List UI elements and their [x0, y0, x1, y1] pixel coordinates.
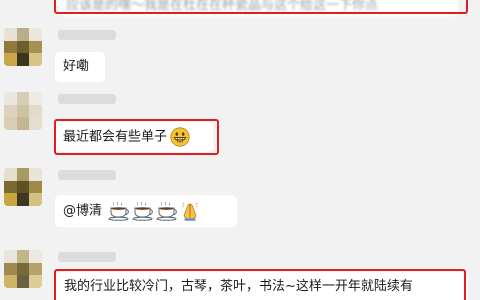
sender-name-blurred: [58, 30, 116, 40]
highlight-box: [54, 269, 466, 300]
message-text: @博清: [63, 203, 103, 219]
hot-beverage-emoji-icon: [132, 201, 154, 221]
message-bubble[interactable]: 好嘞: [55, 52, 105, 82]
hot-beverage-emoji-icon: [156, 201, 178, 221]
avatar[interactable]: [4, 168, 42, 206]
sender-name-blurred: [58, 170, 116, 180]
chat-window: 应该是的嘿～我是在杜在在杯瓷品与这个给这一下你点 好嘞 最近都会有些单子 @博清…: [0, 0, 480, 300]
avatar[interactable]: [4, 28, 42, 66]
sender-name-blurred: [58, 252, 116, 262]
message-text: 好嘞: [63, 59, 90, 74]
avatar[interactable]: [4, 92, 42, 130]
highlight-box: [54, 0, 468, 14]
message-bubble[interactable]: @博清: [55, 195, 237, 227]
hot-beverage-emoji-icon: [108, 201, 130, 221]
folded-hands-emoji-icon: [180, 201, 200, 221]
highlight-box: [54, 119, 219, 155]
avatar[interactable]: [4, 250, 42, 288]
sender-name-blurred: [58, 94, 116, 104]
